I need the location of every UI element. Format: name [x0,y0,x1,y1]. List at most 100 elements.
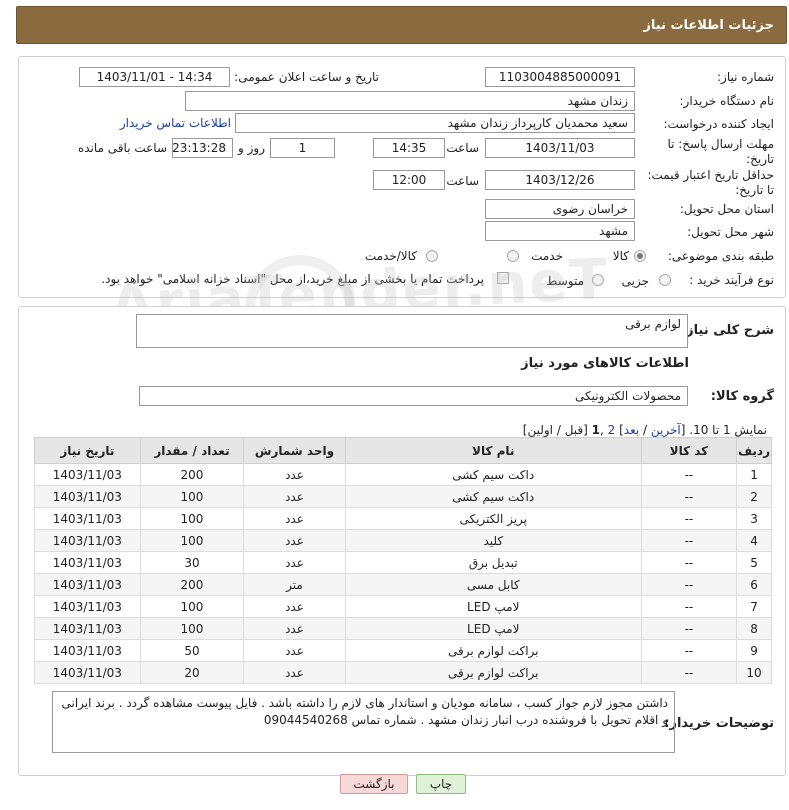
cell-code: -- [640,529,738,552]
buyer-notes-field: داشتن مجوز لازم جواز کسب ، سامانه مودیان… [52,691,675,753]
need-number-label: شماره نیاز: [717,70,774,84]
process-option-minor: جزیی [621,274,649,288]
goods-table-header: ردیف کد کالا نام کالا واحد شمارش تعداد /… [34,437,772,464]
cell-date: 1403/11/03 [34,573,141,596]
cell-name: پریز الکتریکی [344,507,642,530]
process-radio-minor[interactable] [659,274,671,286]
cell-unit: عدد [243,639,346,662]
paging-sep: / [639,423,651,437]
buyer-notes-label: توضیحات خریدار: [664,716,774,731]
cell-unit: عدد [243,617,346,640]
cell-date: 1403/11/03 [34,661,141,684]
days-field: 1 [270,138,335,158]
cell-row: 1 [736,463,772,486]
cell-row: 7 [736,595,772,618]
col-name-header: نام کالا [344,437,642,464]
col-date-header: تاریخ نیاز [34,437,141,464]
cell-unit: عدد [243,463,346,486]
creator-field: سعید محمدیان کارپرداز زندان مشهد [235,113,635,133]
treasury-checkbox[interactable] [497,272,509,284]
process-radio-medium[interactable] [592,274,604,286]
table-row: 8 -- لامپ LED عدد 100 1403/11/03 [34,617,772,640]
category-radio-goods[interactable] [634,250,646,262]
cell-unit: عدد [243,485,346,508]
category-option-both: کالا/خدمت [364,249,417,263]
back-button[interactable]: بازگشت [340,774,408,794]
print-button[interactable]: چاپ [416,774,466,794]
page-title: جزئیات اطلاعات نیاز [643,18,774,33]
cell-name: داکت سیم کشی [344,485,642,508]
paging-prefix: نمایش 1 تا 10. [ [680,423,767,437]
deadline-time-field: 14:35 [373,138,445,158]
creator-label: ایجاد کننده درخواست: [663,117,774,131]
summary-field: لوازم برقی [136,314,688,348]
cell-unit: عدد [243,551,346,574]
cell-name: کابل مسی [344,573,642,596]
cell-name: لامپ LED [344,595,642,618]
cell-unit: عدد [243,529,346,552]
cell-qty: 200 [139,463,245,486]
cell-code: -- [640,507,738,530]
table-row: 3 -- پریز الکتریکی عدد 100 1403/11/03 [34,507,772,530]
table-row: 6 -- کابل مسی متر 200 1403/11/03 [34,573,772,596]
cell-row: 4 [736,529,772,552]
announce-field: 1403/11/01 - 14:34 [79,67,230,87]
cell-row: 2 [736,485,772,508]
city-label: شهر محل تحویل: [687,225,774,239]
validity-label: حداقل تاریخ اعتبار قیمت: تا تاریخ: [647,168,774,197]
cell-date: 1403/11/03 [34,551,141,574]
cell-name: براکت لوازم برقی [344,661,642,684]
paging-current-page: 1 [591,423,600,437]
cell-name: داکت سیم کشی [344,463,642,486]
validity-date-field: 1403/12/26 [485,170,635,190]
deadline-label: مهلت ارسال پاسخ: تا تاریخ: [667,137,774,166]
cell-code: -- [640,661,738,684]
cell-qty: 100 [139,485,245,508]
payment-note: پرداخت تمام یا بخشی از مبلغ خرید،از محل … [101,272,484,286]
paging-next-link[interactable]: بعد [624,423,639,437]
process-label: نوع فرآیند خرید : [689,273,774,287]
col-row-header: ردیف [736,437,772,464]
paging-sep: ] [615,423,624,437]
need-number-field: 1103004885000091 [485,67,635,87]
announce-label: تاریخ و ساعت اعلان عمومی: [234,70,379,84]
cell-code: -- [640,639,738,662]
category-radio-both[interactable] [426,250,438,262]
paging-bar: نمایش 1 تا 10. [آخرین / بعد] 2 ,1 [قبل /… [523,423,767,437]
cell-qty: 200 [139,573,245,596]
cell-unit: متر [243,573,346,596]
paging-suffix: [قبل / اولین] [522,423,592,437]
cell-code: -- [640,485,738,508]
cell-qty: 100 [139,595,245,618]
buyer-contact-link[interactable]: اطلاعات تماس خریدار [120,116,231,130]
cell-date: 1403/11/03 [34,639,141,662]
table-row: 4 -- کلید عدد 100 1403/11/03 [34,529,772,552]
cell-code: -- [640,573,738,596]
process-option-medium: متوسط [546,274,584,288]
cell-code: -- [640,595,738,618]
cell-row: 10 [736,661,772,684]
validity-time-label: ساعت [446,174,479,188]
cell-date: 1403/11/03 [34,485,141,508]
city-field: مشهد [485,221,635,241]
paging-sep: , [600,423,608,437]
cell-row: 6 [736,573,772,596]
cell-date: 1403/11/03 [34,507,141,530]
table-row: 2 -- داکت سیم کشی عدد 100 1403/11/03 [34,485,772,508]
cell-row: 8 [736,617,772,640]
category-radio-service[interactable] [507,250,519,262]
table-row: 1 -- داکت سیم کشی عدد 200 1403/11/03 [34,463,772,486]
table-row: 7 -- لامپ LED عدد 100 1403/11/03 [34,595,772,618]
cell-code: -- [640,463,738,486]
cell-row: 9 [736,639,772,662]
cell-unit: عدد [243,507,346,530]
paging-last-link[interactable]: آخرین [651,423,681,437]
cell-date: 1403/11/03 [34,463,141,486]
table-row: 5 -- تبدیل برق عدد 30 1403/11/03 [34,551,772,574]
cell-code: -- [640,617,738,640]
days-label: روز و [238,141,265,155]
buyer-org-field: زندان مشهد [185,91,635,111]
goods-table-wrapper: ردیف کد کالا نام کالا واحد شمارش تعداد /… [34,437,772,684]
cell-name: لامپ LED [344,617,642,640]
cell-qty: 100 [139,529,245,552]
